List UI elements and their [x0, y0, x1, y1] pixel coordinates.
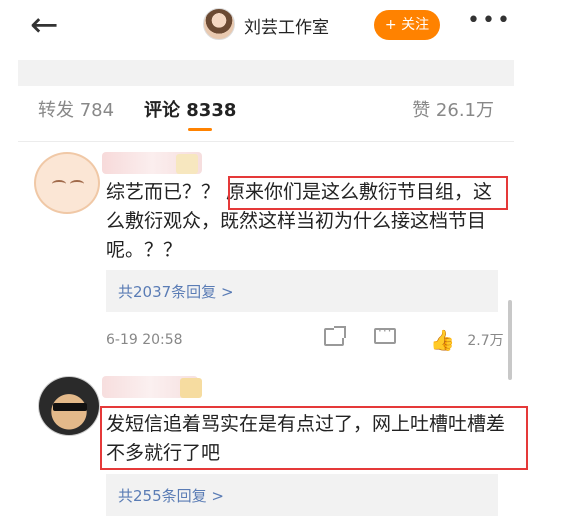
- scrollbar[interactable]: [508, 300, 512, 380]
- account-avatar[interactable]: [203, 8, 235, 40]
- avatar-eye: [52, 180, 66, 188]
- reply-button[interactable]: [374, 324, 396, 354]
- like-icon: 👍: [430, 328, 455, 352]
- follow-button[interactable]: + 关注: [374, 10, 440, 40]
- section-divider: [18, 60, 514, 86]
- like-button[interactable]: 👍 2.7万: [430, 328, 504, 354]
- reply-summary[interactable]: 共2037条回复 >: [106, 270, 498, 312]
- avatar-eye: [70, 180, 84, 188]
- comment-list: 综艺而已？？ 原来你们是这么敷衍节目组，这么敷衍观众，既然这样当初为什么接这档节…: [18, 142, 528, 522]
- reply-count-link[interactable]: 共255条回复 >: [118, 485, 224, 506]
- user-badge: [180, 378, 202, 398]
- comment-timestamp: 6-19 20:58: [106, 332, 183, 348]
- comment-icon: [374, 324, 396, 344]
- commenter-avatar[interactable]: [34, 152, 100, 214]
- share-icon: [324, 328, 344, 346]
- top-nav-bar: ← 刘芸工作室 + 关注 •••: [0, 0, 576, 52]
- more-icon[interactable]: •••: [467, 8, 510, 38]
- user-badge: [176, 154, 198, 174]
- highlight-box: [100, 406, 528, 470]
- account-name[interactable]: 刘芸工作室: [244, 13, 329, 38]
- active-tab-indicator: [188, 128, 212, 131]
- back-arrow-icon[interactable]: ←: [30, 8, 70, 42]
- tab-comment[interactable]: 评论 8338: [144, 96, 236, 122]
- interaction-tabs: 转发 784 评论 8338 赞 26.1万: [18, 86, 514, 142]
- reply-summary[interactable]: 共255条回复 >: [106, 474, 498, 516]
- avatar-glasses: [53, 403, 87, 411]
- commenter-avatar[interactable]: [38, 376, 100, 436]
- highlight-box: [228, 176, 508, 210]
- share-button[interactable]: [324, 328, 344, 354]
- tab-like[interactable]: 赞 26.1万: [412, 96, 494, 122]
- reply-count-link[interactable]: 共2037条回复 >: [118, 281, 234, 302]
- like-count: 2.7万: [467, 333, 504, 349]
- tab-repost[interactable]: 转发 784: [38, 96, 114, 122]
